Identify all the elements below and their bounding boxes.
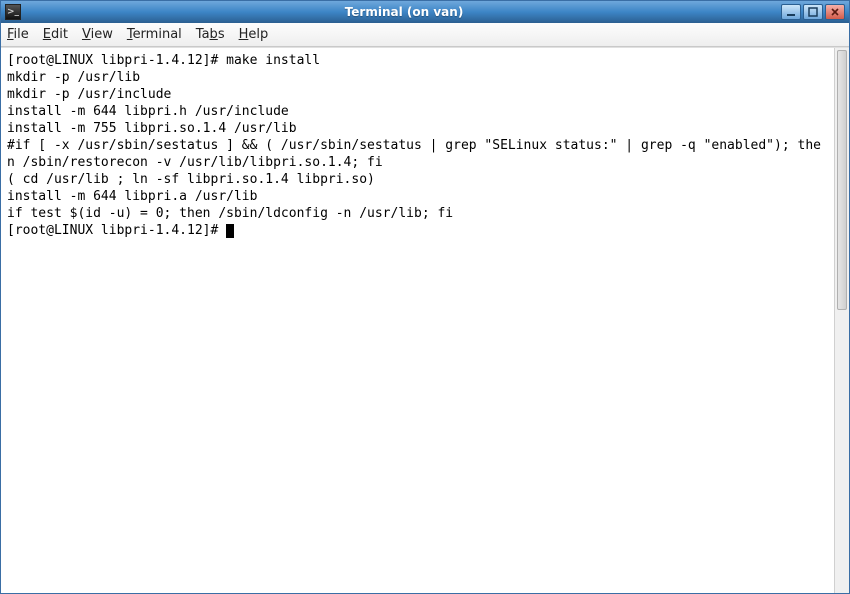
terminal-area: [root@LINUX libpri-1.4.12]# make install… xyxy=(1,47,849,593)
menu-help[interactable]: Help xyxy=(239,27,269,42)
maximize-icon xyxy=(808,7,818,17)
terminal-line: install -m 755 libpri.so.1.4 /usr/lib xyxy=(7,121,297,136)
close-button[interactable] xyxy=(825,4,845,20)
menu-view-rest: iew xyxy=(91,27,113,42)
scrollbar-thumb[interactable] xyxy=(837,50,847,310)
terminal-line: mkdir -p /usr/include xyxy=(7,87,171,102)
terminal-line: install -m 644 libpri.a /usr/lib xyxy=(7,189,257,204)
menu-tabs-rest: s xyxy=(218,27,225,42)
window-controls xyxy=(781,4,845,20)
terminal-line: [root@LINUX libpri-1.4.12]# make install xyxy=(7,53,320,68)
terminal-icon: >_ xyxy=(5,4,21,20)
terminal-cursor xyxy=(226,224,234,238)
menu-file-rest: ile xyxy=(14,27,29,42)
close-icon xyxy=(830,7,840,17)
terminal-line: ( cd /usr/lib ; ln -sf libpri.so.1.4 lib… xyxy=(7,172,375,187)
minimize-button[interactable] xyxy=(781,4,801,20)
terminal-line: install -m 644 libpri.h /usr/include xyxy=(7,104,289,119)
menu-file[interactable]: File xyxy=(7,27,29,42)
terminal-line: mkdir -p /usr/lib xyxy=(7,70,140,85)
menu-terminal-rest: erminal xyxy=(133,27,182,42)
menu-tabs[interactable]: Tabs xyxy=(196,27,225,42)
vertical-scrollbar[interactable] xyxy=(834,48,849,593)
maximize-button[interactable] xyxy=(803,4,823,20)
terminal-prompt: [root@LINUX libpri-1.4.12]# xyxy=(7,223,226,238)
window-titlebar[interactable]: >_ Terminal (on van) xyxy=(1,1,849,23)
menu-edit-rest: dit xyxy=(51,27,68,42)
menu-edit[interactable]: Edit xyxy=(43,27,68,42)
terminal-output[interactable]: [root@LINUX libpri-1.4.12]# make install… xyxy=(1,48,834,593)
menubar: File Edit View Terminal Tabs Help xyxy=(1,23,849,47)
minimize-icon xyxy=(786,7,796,17)
window-title: Terminal (on van) xyxy=(27,5,781,19)
menu-view[interactable]: View xyxy=(82,27,113,42)
menu-terminal[interactable]: Terminal xyxy=(127,27,182,42)
terminal-line: #if [ -x /usr/sbin/sestatus ] && ( /usr/… xyxy=(7,138,821,170)
terminal-window: >_ Terminal (on van) File Edit View Term… xyxy=(0,0,850,594)
menu-help-rest: elp xyxy=(248,27,268,42)
terminal-line: if test $(id -u) = 0; then /sbin/ldconfi… xyxy=(7,206,453,221)
